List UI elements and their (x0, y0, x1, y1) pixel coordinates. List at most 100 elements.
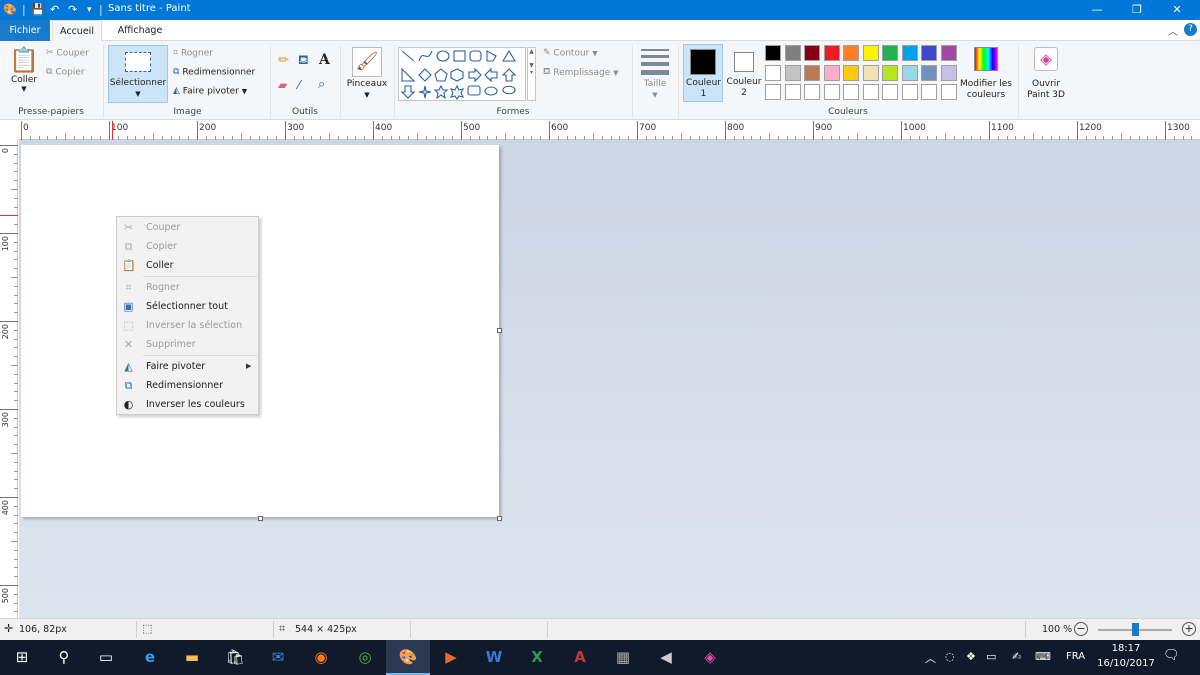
palette-swatch-empty[interactable] (862, 84, 879, 100)
palette-swatch[interactable] (862, 45, 879, 61)
menu-item-paste[interactable]: 📋 Coller (117, 256, 258, 275)
palette-swatch[interactable] (804, 64, 820, 81)
palette-swatch[interactable] (940, 64, 957, 81)
close-button[interactable]: ✕ (1160, 0, 1194, 20)
pen-icon[interactable]: ✍ (1012, 650, 1021, 663)
cut-button[interactable]: ✂ Couper (46, 48, 89, 59)
dropbox-icon[interactable]: ❖ (966, 650, 976, 663)
minimize-button[interactable]: — (1080, 0, 1114, 20)
palette-swatch-empty[interactable] (921, 84, 937, 100)
color-picker-icon[interactable]: ⁄ (298, 78, 300, 92)
redo-icon[interactable]: ↷ (68, 3, 77, 17)
rotate-button[interactable]: ◭ Faire pivoter ▼ (173, 86, 247, 97)
keyboard-icon[interactable]: ⌨ (1035, 650, 1051, 663)
tab-view[interactable]: Affichage (108, 20, 172, 41)
palette-swatch[interactable] (765, 45, 781, 61)
resize-handle-right[interactable] (497, 328, 502, 333)
menu-item-copy[interactable]: ⧉ Copier (117, 237, 258, 256)
palette-swatch-empty[interactable] (804, 84, 820, 100)
eraser-icon[interactable]: ▰ (278, 78, 287, 92)
taskbar-paint3d[interactable]: ◈ (688, 640, 732, 675)
palette-swatch[interactable] (901, 64, 918, 81)
network-icon[interactable]: ◌ (945, 650, 955, 663)
menu-item-rotate[interactable]: ◭ Faire pivoter ▶ (117, 357, 258, 376)
taskbar-app[interactable]: ▦ (601, 640, 645, 675)
color2-button[interactable]: Couleur 2 (725, 44, 763, 102)
menu-item-delete[interactable]: ✕ Supprimer (117, 335, 258, 354)
palette-swatch[interactable] (765, 64, 781, 81)
crop-button[interactable]: ⌗ Rogner (173, 48, 213, 59)
size-button[interactable]: Taille ▼ (638, 47, 672, 103)
taskbar-firefox[interactable]: ◉ (299, 640, 343, 675)
resize-handle-bottom[interactable] (258, 516, 263, 521)
taskbar-chrome[interactable]: ◎ (343, 640, 387, 675)
battery-icon[interactable]: ▭ (986, 650, 996, 663)
collapse-ribbon-icon[interactable]: ︿ (1168, 23, 1178, 38)
help-icon[interactable]: ? (1184, 23, 1197, 36)
palette-swatch[interactable] (921, 64, 937, 81)
taskbar-outlook[interactable]: ✉ (256, 640, 300, 675)
save-icon[interactable]: 💾 (31, 3, 45, 17)
clock-time[interactable]: 18:17 (1104, 643, 1148, 654)
menu-item-crop[interactable]: ⌗ Rogner (117, 278, 258, 297)
palette-swatch[interactable] (843, 45, 859, 61)
brushes-button[interactable]: 🖌 Pinceaux ▼ (345, 45, 389, 103)
zoom-in-button[interactable]: + (1182, 622, 1196, 636)
shapes-gallery[interactable] (398, 47, 526, 101)
text-tool-icon[interactable]: A (319, 52, 330, 68)
zoom-out-button[interactable]: − (1074, 622, 1088, 636)
resize-handle-corner[interactable] (497, 516, 502, 521)
task-view-button[interactable]: ▭ (84, 640, 128, 675)
menu-item-resize[interactable]: ⧉ Redimensionner (117, 376, 258, 395)
palette-swatch[interactable] (804, 45, 820, 61)
menu-item-invert-selection[interactable]: ⬚ Inverser la sélection (117, 316, 258, 335)
palette-swatch-empty[interactable] (784, 84, 801, 100)
palette-swatch[interactable] (901, 45, 918, 61)
menu-item-cut[interactable]: ✂ Couper (117, 218, 258, 237)
palette-swatch-empty[interactable] (940, 84, 957, 100)
taskbar-camera[interactable]: ◀ (644, 640, 688, 675)
resize-button[interactable]: ⧉ Redimensionner (173, 67, 255, 78)
search-button[interactable]: ⚲ (42, 640, 86, 675)
customize-toolbar-icon[interactable]: ▾ (87, 3, 92, 17)
undo-icon[interactable]: ↶ (50, 3, 59, 17)
color1-button[interactable]: Couleur 1 (683, 44, 723, 102)
paste-button[interactable]: 📋 Coller ▼ (8, 45, 40, 99)
show-hidden-icons[interactable]: ︿ (925, 650, 936, 666)
copy-button[interactable]: ⧉ Copier (46, 67, 85, 78)
palette-swatch-empty[interactable] (901, 84, 918, 100)
open-paint3d-button[interactable]: ◈ Ouvrir Paint 3D (1022, 45, 1070, 103)
palette-swatch[interactable] (921, 45, 937, 61)
palette-swatch-empty[interactable] (843, 84, 859, 100)
pencil-icon[interactable]: ✏ (278, 53, 289, 68)
shapes-scroll[interactable]: ▲ ▼ ▾ (527, 47, 536, 101)
palette-swatch[interactable] (784, 64, 801, 81)
tab-home[interactable]: Accueil (52, 20, 102, 42)
taskbar-word[interactable]: W (472, 640, 516, 675)
palette-swatch-empty[interactable] (882, 84, 898, 100)
start-button[interactable]: ⊞ (0, 640, 44, 675)
fill-bucket-icon[interactable]: ⛾ (298, 53, 309, 70)
palette-swatch-empty[interactable] (823, 84, 840, 100)
taskbar-paint[interactable]: 🎨 (386, 640, 430, 675)
palette-swatch[interactable] (862, 64, 879, 81)
drawing-canvas[interactable] (21, 145, 499, 517)
palette-swatch[interactable] (784, 45, 801, 61)
taskbar-edge[interactable]: e (128, 640, 172, 675)
menu-item-invert-colors[interactable]: ◐ Inverser les couleurs (117, 395, 258, 414)
edit-colors-button[interactable]: Modifier les couleurs (958, 45, 1014, 103)
zoom-slider-thumb[interactable] (1132, 623, 1139, 636)
magnifier-icon[interactable]: ⌕ (318, 77, 325, 92)
select-button[interactable]: Sélectionner ▼ (108, 45, 168, 103)
palette-swatch[interactable] (940, 45, 957, 61)
tab-file[interactable]: Fichier (0, 20, 50, 41)
palette-swatch[interactable] (823, 45, 840, 61)
maximize-button[interactable]: ❐ (1120, 0, 1154, 20)
clock-date[interactable]: 16/10/2017 (1096, 658, 1156, 669)
palette-swatch[interactable] (882, 45, 898, 61)
palette-swatch[interactable] (843, 64, 859, 81)
language-indicator[interactable]: FRA (1066, 651, 1085, 662)
taskbar-excel[interactable]: X (515, 640, 559, 675)
taskbar-access[interactable]: A (558, 640, 602, 675)
palette-swatch[interactable] (823, 64, 840, 81)
